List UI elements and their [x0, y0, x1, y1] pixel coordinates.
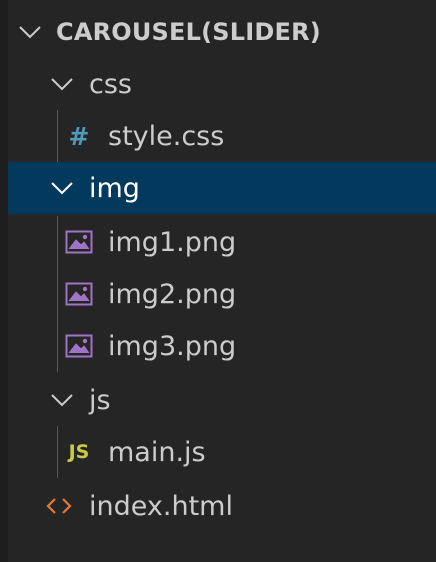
- root-folder-label: CAROUSEL(SLIDER): [56, 18, 321, 46]
- folder-label-js: js: [89, 384, 111, 416]
- file-label-img2: img2.png: [108, 278, 237, 310]
- file-row-main-js[interactable]: JS main.js: [8, 426, 436, 478]
- image-icon: [64, 279, 94, 309]
- file-label-main-js: main.js: [108, 436, 206, 468]
- folder-label-css: css: [89, 68, 132, 100]
- chevron-down-icon[interactable]: [16, 18, 44, 46]
- activity-bar-edge: [0, 0, 8, 562]
- file-label-img3: img3.png: [108, 330, 237, 362]
- folder-row-img[interactable]: img: [8, 162, 436, 214]
- js-icon: JS: [68, 440, 90, 463]
- file-label-img1: img1.png: [108, 226, 237, 258]
- html-icon: [44, 491, 74, 521]
- file-label-style-css: style.css: [108, 120, 225, 152]
- file-row-img3[interactable]: img3.png: [8, 320, 436, 372]
- chevron-down-icon[interactable]: [48, 174, 76, 202]
- file-row-img2[interactable]: img2.png: [8, 268, 436, 320]
- folder-row-js[interactable]: js: [8, 374, 436, 426]
- image-icon: [64, 331, 94, 361]
- folder-row-css[interactable]: css: [8, 58, 436, 110]
- file-label-index-html: index.html: [89, 490, 233, 522]
- chevron-down-icon[interactable]: [48, 70, 76, 98]
- chevron-down-icon[interactable]: [48, 386, 76, 414]
- folder-row-root[interactable]: CAROUSEL(SLIDER): [8, 6, 436, 58]
- css-hash-icon: #: [68, 121, 90, 151]
- folder-label-img: img: [89, 172, 140, 204]
- image-icon: [64, 227, 94, 257]
- file-row-index-html[interactable]: index.html: [8, 480, 436, 532]
- file-row-img1[interactable]: img1.png: [8, 216, 436, 268]
- file-row-style-css[interactable]: # style.css: [8, 110, 436, 162]
- file-explorer-tree: CAROUSEL(SLIDER) css # style.css img img…: [8, 0, 436, 562]
